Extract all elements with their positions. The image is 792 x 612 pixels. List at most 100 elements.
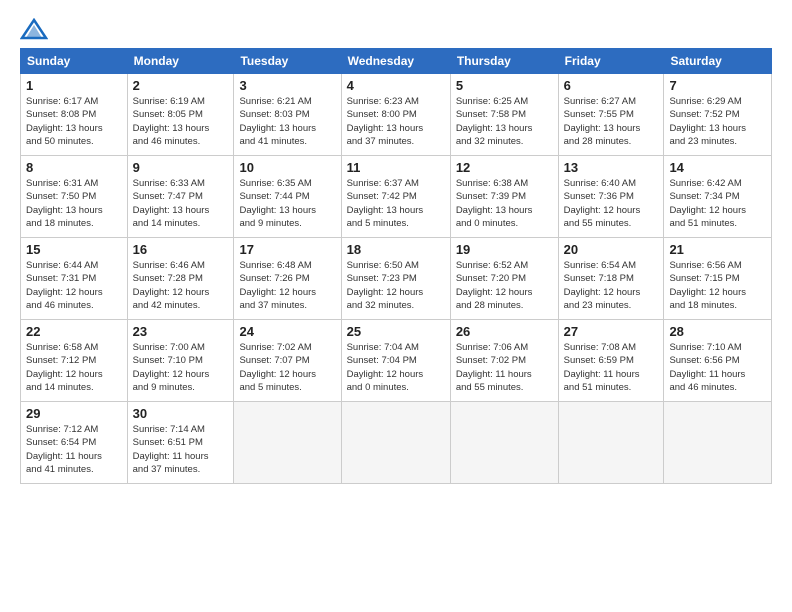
day-number: 2 — [133, 78, 229, 93]
day-number: 9 — [133, 160, 229, 175]
day-info: Sunrise: 7:08 AMSunset: 6:59 PMDaylight:… — [564, 341, 659, 394]
day-info: Sunrise: 7:02 AMSunset: 7:07 PMDaylight:… — [239, 341, 335, 394]
calendar-table: SundayMondayTuesdayWednesdayThursdayFrid… — [20, 48, 772, 484]
day-number: 15 — [26, 242, 122, 257]
calendar-cell: 7 Sunrise: 6:29 AMSunset: 7:52 PMDaylight… — [664, 74, 772, 156]
calendar-cell: 10 Sunrise: 6:35 AMSunset: 7:44 PMDayligh… — [234, 156, 341, 238]
calendar-cell: 23Sunrise: 7:00 AMSunset: 7:10 PMDayligh… — [127, 320, 234, 402]
day-info: Sunrise: 6:44 AMSunset: 7:31 PMDaylight:… — [26, 259, 122, 312]
day-number: 27 — [564, 324, 659, 339]
day-number: 18 — [347, 242, 445, 257]
day-number: 13 — [564, 160, 659, 175]
day-number: 19 — [456, 242, 553, 257]
calendar-col-friday: Friday — [558, 49, 664, 74]
day-number: 10 — [239, 160, 335, 175]
calendar-col-saturday: Saturday — [664, 49, 772, 74]
calendar-cell — [664, 402, 772, 484]
day-info: Sunrise: 6:17 AMSunset: 8:08 PMDaylight:… — [26, 95, 122, 148]
calendar-cell — [450, 402, 558, 484]
calendar-week-4: 22 Sunrise: 6:58 AMSunset: 7:12 PMDayligh… — [21, 320, 772, 402]
day-number: 8 — [26, 160, 122, 175]
day-info: Sunrise: 6:31 AMSunset: 7:50 PMDaylight:… — [26, 177, 122, 230]
calendar-cell: 2 Sunrise: 6:19 AMSunset: 8:05 PMDaylight… — [127, 74, 234, 156]
day-info: Sunrise: 7:12 AMSunset: 6:54 PMDaylight:… — [26, 423, 122, 476]
day-info: Sunrise: 6:21 AMSunset: 8:03 PMDaylight:… — [239, 95, 335, 148]
page: SundayMondayTuesdayWednesdayThursdayFrid… — [0, 0, 792, 612]
calendar-cell: 19 Sunrise: 6:52 AMSunset: 7:20 PMDayligh… — [450, 238, 558, 320]
day-info: Sunrise: 6:40 AMSunset: 7:36 PMDaylight:… — [564, 177, 659, 230]
calendar-cell: 22 Sunrise: 6:58 AMSunset: 7:12 PMDayligh… — [21, 320, 128, 402]
calendar-col-sunday: Sunday — [21, 49, 128, 74]
day-info: Sunrise: 6:19 AMSunset: 8:05 PMDaylight:… — [133, 95, 229, 148]
calendar-cell: 28 Sunrise: 7:10 AMSunset: 6:56 PMDayligh… — [664, 320, 772, 402]
day-info: Sunrise: 6:29 AMSunset: 7:52 PMDaylight:… — [669, 95, 766, 148]
calendar-cell: 13 Sunrise: 6:40 AMSunset: 7:36 PMDayligh… — [558, 156, 664, 238]
calendar-cell: 8 Sunrise: 6:31 AMSunset: 7:50 PMDaylight… — [21, 156, 128, 238]
calendar-cell: 17 Sunrise: 6:48 AMSunset: 7:26 PMDayligh… — [234, 238, 341, 320]
day-number: 28 — [669, 324, 766, 339]
calendar-cell: 11Sunrise: 6:37 AMSunset: 7:42 PMDayligh… — [341, 156, 450, 238]
calendar-cell: 29 Sunrise: 7:12 AMSunset: 6:54 PMDayligh… — [21, 402, 128, 484]
day-number: 23 — [133, 324, 229, 339]
calendar-cell: 9Sunrise: 6:33 AMSunset: 7:47 PMDaylight… — [127, 156, 234, 238]
calendar-cell: 21Sunrise: 6:56 AMSunset: 7:15 PMDayligh… — [664, 238, 772, 320]
day-number: 5 — [456, 78, 553, 93]
day-info: Sunrise: 6:50 AMSunset: 7:23 PMDaylight:… — [347, 259, 445, 312]
calendar-week-5: 29 Sunrise: 7:12 AMSunset: 6:54 PMDayligh… — [21, 402, 772, 484]
calendar-cell — [558, 402, 664, 484]
calendar-cell — [234, 402, 341, 484]
day-info: Sunrise: 7:04 AMSunset: 7:04 PMDaylight:… — [347, 341, 445, 394]
calendar-cell: 14 Sunrise: 6:42 AMSunset: 7:34 PMDayligh… — [664, 156, 772, 238]
day-number: 7 — [669, 78, 766, 93]
calendar-cell: 16 Sunrise: 6:46 AMSunset: 7:28 PMDayligh… — [127, 238, 234, 320]
day-info: Sunrise: 6:46 AMSunset: 7:28 PMDaylight:… — [133, 259, 229, 312]
logo — [20, 18, 52, 40]
calendar-cell: 5 Sunrise: 6:25 AMSunset: 7:58 PMDaylight… — [450, 74, 558, 156]
day-number: 26 — [456, 324, 553, 339]
day-info: Sunrise: 6:58 AMSunset: 7:12 PMDaylight:… — [26, 341, 122, 394]
day-info: Sunrise: 6:52 AMSunset: 7:20 PMDaylight:… — [456, 259, 553, 312]
day-number: 17 — [239, 242, 335, 257]
day-number: 1 — [26, 78, 122, 93]
day-number: 6 — [564, 78, 659, 93]
calendar-header-row: SundayMondayTuesdayWednesdayThursdayFrid… — [21, 49, 772, 74]
calendar-cell: 24 Sunrise: 7:02 AMSunset: 7:07 PMDayligh… — [234, 320, 341, 402]
day-number: 3 — [239, 78, 335, 93]
day-info: Sunrise: 7:06 AMSunset: 7:02 PMDaylight:… — [456, 341, 553, 394]
calendar-cell: 25 Sunrise: 7:04 AMSunset: 7:04 PMDayligh… — [341, 320, 450, 402]
day-number: 20 — [564, 242, 659, 257]
day-number: 25 — [347, 324, 445, 339]
day-number: 14 — [669, 160, 766, 175]
day-number: 22 — [26, 324, 122, 339]
calendar-cell: 18 Sunrise: 6:50 AMSunset: 7:23 PMDayligh… — [341, 238, 450, 320]
calendar-col-thursday: Thursday — [450, 49, 558, 74]
day-number: 30 — [133, 406, 229, 421]
day-info: Sunrise: 6:35 AMSunset: 7:44 PMDaylight:… — [239, 177, 335, 230]
day-number: 24 — [239, 324, 335, 339]
day-info: Sunrise: 6:25 AMSunset: 7:58 PMDaylight:… — [456, 95, 553, 148]
calendar-cell: 26 Sunrise: 7:06 AMSunset: 7:02 PMDayligh… — [450, 320, 558, 402]
day-info: Sunrise: 6:37 AMSunset: 7:42 PMDaylight:… — [347, 177, 445, 230]
day-info: Sunrise: 6:48 AMSunset: 7:26 PMDaylight:… — [239, 259, 335, 312]
calendar-col-monday: Monday — [127, 49, 234, 74]
calendar-cell: 27 Sunrise: 7:08 AMSunset: 6:59 PMDayligh… — [558, 320, 664, 402]
calendar-week-2: 8 Sunrise: 6:31 AMSunset: 7:50 PMDaylight… — [21, 156, 772, 238]
calendar-body: 1 Sunrise: 6:17 AMSunset: 8:08 PMDaylight… — [21, 74, 772, 484]
day-number: 12 — [456, 160, 553, 175]
day-number: 4 — [347, 78, 445, 93]
calendar-cell: 1 Sunrise: 6:17 AMSunset: 8:08 PMDaylight… — [21, 74, 128, 156]
calendar-week-3: 15 Sunrise: 6:44 AMSunset: 7:31 PMDayligh… — [21, 238, 772, 320]
header — [20, 18, 772, 40]
day-info: Sunrise: 7:14 AMSunset: 6:51 PMDaylight:… — [133, 423, 229, 476]
day-info: Sunrise: 6:56 AMSunset: 7:15 PMDaylight:… — [669, 259, 766, 312]
calendar-cell: 6Sunrise: 6:27 AMSunset: 7:55 PMDaylight… — [558, 74, 664, 156]
calendar-week-1: 1 Sunrise: 6:17 AMSunset: 8:08 PMDaylight… — [21, 74, 772, 156]
calendar-cell: 12Sunrise: 6:38 AMSunset: 7:39 PMDayligh… — [450, 156, 558, 238]
day-info: Sunrise: 6:42 AMSunset: 7:34 PMDaylight:… — [669, 177, 766, 230]
calendar-cell: 3 Sunrise: 6:21 AMSunset: 8:03 PMDaylight… — [234, 74, 341, 156]
day-info: Sunrise: 6:23 AMSunset: 8:00 PMDaylight:… — [347, 95, 445, 148]
day-info: Sunrise: 7:10 AMSunset: 6:56 PMDaylight:… — [669, 341, 766, 394]
day-info: Sunrise: 6:54 AMSunset: 7:18 PMDaylight:… — [564, 259, 659, 312]
day-number: 16 — [133, 242, 229, 257]
day-number: 29 — [26, 406, 122, 421]
